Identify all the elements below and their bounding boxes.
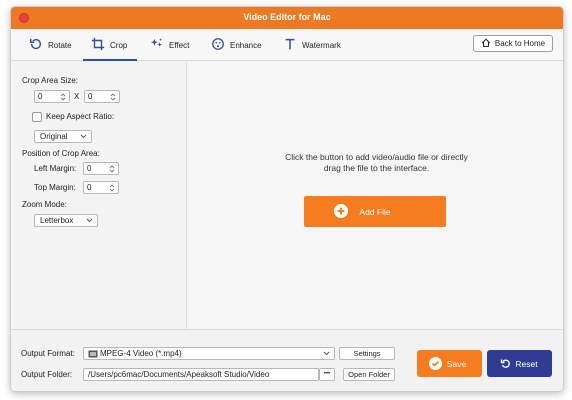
chevron-down-icon [86,218,93,223]
crop-settings-panel: Crop Area Size: 0 X 0 Keep Aspect Ratio:… [11,62,187,329]
output-folder-field[interactable]: /Users/pc6mac/Documents/Apeaksoft Studio… [83,368,319,381]
effect-icon [150,37,164,53]
tab-effect-label: Effect [169,40,190,50]
tab-crop-label: Crop [110,40,128,50]
drop-hint-line-2: drag the file to the interface. [323,163,430,173]
add-file-button[interactable]: Add File [304,196,446,227]
open-folder-button[interactable]: Open Folder [343,368,395,381]
tab-effect[interactable]: Effect [142,29,197,61]
aspect-ratio-value: Original [40,132,68,141]
back-to-home-label: Back to Home [494,39,546,48]
settings-button[interactable]: Settings [339,347,395,360]
output-format-select[interactable]: MPEG-4 Video (*.mp4) [83,347,335,360]
video-format-icon [88,350,98,357]
enhance-icon [211,37,225,53]
reset-button[interactable]: Reset [487,350,552,377]
tab-enhance-label: Enhance [230,40,262,50]
stepper-arrows-icon [110,93,116,101]
rotate-icon [29,37,43,53]
tab-watermark-label: Watermark [302,40,341,50]
title-bar: Video Editor for Mac [11,7,563,29]
tab-rotate[interactable]: Rotate [21,29,80,61]
tab-rotate-label: Rotate [48,40,72,50]
keep-aspect-ratio-checkbox[interactable] [32,112,42,122]
tab-crop[interactable]: Crop [83,29,137,61]
top-margin-stepper[interactable]: 0 [83,181,119,194]
add-file-label: Add File [359,206,391,217]
keep-aspect-ratio-label: Keep Aspect Ratio: [46,112,115,121]
back-to-home-button[interactable]: Back to Home [473,35,553,52]
output-format-value: MPEG-4 Video (*.mp4) [100,349,182,358]
top-margin-label: Top Margin: [34,183,76,192]
crop-width-value: 0 [38,92,43,101]
app-window: Video Editor for Mac Rotate Crop Effect [10,6,564,392]
watermark-icon [283,37,297,53]
chevron-down-icon [323,351,330,356]
crop-width-stepper[interactable]: 0 [34,90,70,103]
file-drop-area[interactable]: Click the button to add video/audio file… [188,62,563,329]
crop-area-size-label: Crop Area Size: [22,76,79,85]
reset-icon [499,357,512,370]
chevron-down-icon [80,134,87,139]
stepper-arrows-icon [109,165,115,173]
crop-size-x-label: X [74,92,80,101]
crop-height-value: 0 [88,92,93,101]
top-margin-value: 0 [87,183,92,192]
output-format-label: Output Format: [21,349,75,358]
left-margin-value: 0 [87,164,92,173]
crop-height-stepper[interactable]: 0 [84,90,120,103]
zoom-mode-value: Letterbox [40,216,74,225]
save-button[interactable]: Save [417,350,482,377]
editor-toolbar: Rotate Crop Effect Enhance Watermark Bac… [11,29,563,61]
left-margin-label: Left Margin: [34,164,77,173]
home-icon [481,38,491,50]
aspect-ratio-select[interactable]: Original [34,130,92,143]
position-of-crop-area-label: Position of Crop Area: [22,149,100,158]
crop-icon [91,37,105,53]
tab-watermark[interactable]: Watermark [275,29,349,61]
left-margin-stepper[interactable]: 0 [83,162,119,175]
drop-hint-line-1: Click the button to add video/audio file… [285,152,468,162]
tab-enhance[interactable]: Enhance [203,29,270,61]
browse-folder-button[interactable]: ••• [319,368,335,381]
check-circle-icon [429,357,442,370]
drop-hint-text: Click the button to add video/audio file… [188,152,563,174]
plus-circle-icon [334,204,348,218]
zoom-mode-label: Zoom Mode: [22,200,67,209]
output-folder-label: Output Folder: [21,370,73,379]
zoom-mode-select[interactable]: Letterbox [34,214,98,227]
stepper-arrows-icon [60,93,66,101]
stepper-arrows-icon [109,184,115,192]
output-bar: Output Format: MPEG-4 Video (*.mp4) Sett… [11,329,563,391]
window-title: Video Editor for Mac [243,12,331,22]
